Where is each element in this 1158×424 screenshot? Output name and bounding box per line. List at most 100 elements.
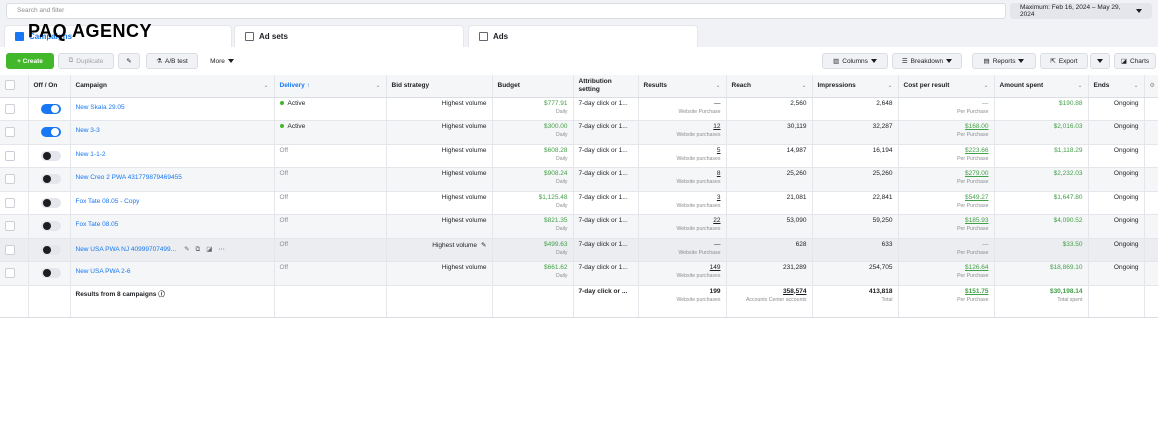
charts-button[interactable]: ◪ Charts (1114, 53, 1156, 69)
campaign-name-cell[interactable]: New USA PWA 2-6 (70, 261, 275, 286)
row-select-cell[interactable] (0, 144, 29, 168)
columns-button[interactable]: ▥ Columns (822, 53, 888, 69)
campaign-name-cell[interactable]: New 1-1-2 (70, 144, 275, 168)
col-header-ends[interactable]: Ends ⌄ (1088, 75, 1145, 98)
duplicate-icon[interactable]: ⧉ (196, 246, 207, 253)
chart-icon[interactable]: ◪ (206, 246, 218, 253)
edit-button[interactable]: ✎ (118, 53, 140, 69)
campaign-name-link[interactable]: Fox Tate 08.05 - Copy (76, 198, 140, 205)
more-button[interactable]: More (202, 53, 242, 69)
col-header-off-on[interactable]: Off / On (28, 75, 71, 98)
duplicate-button[interactable]: ⧉ Duplicate (58, 53, 114, 69)
row-select-cell[interactable] (0, 167, 29, 192)
campaign-toggle[interactable] (40, 221, 61, 231)
table-row[interactable]: New Creo 2 PWA 431779879469455 Off Highest… (0, 167, 1158, 192)
pencil-icon[interactable]: ✎ (481, 242, 486, 249)
row-checkbox[interactable] (5, 244, 15, 255)
budget-value[interactable]: $300.00 (544, 123, 568, 130)
col-header-bid-strategy[interactable]: Bid strategy (386, 75, 493, 98)
more-icon[interactable]: ⋯ (218, 246, 231, 253)
row-checkbox[interactable] (5, 221, 15, 231)
campaign-toggle[interactable] (40, 268, 61, 278)
campaign-toggle[interactable] (40, 197, 61, 208)
breakdown-button[interactable]: ☰ Breakdown (892, 53, 962, 69)
campaign-name-cell[interactable]: New Skala 29.05 (70, 97, 275, 121)
campaign-name-link[interactable]: New 3-3 (76, 127, 100, 134)
export-dropdown-button[interactable] (1090, 53, 1110, 69)
campaign-name-cell[interactable]: New 3-3 (70, 120, 275, 145)
row-checkbox[interactable] (5, 268, 15, 278)
toggle-cell[interactable] (28, 238, 71, 262)
row-select-cell[interactable] (0, 97, 29, 121)
toggle-cell[interactable] (28, 191, 71, 215)
info-icon[interactable]: ⓘ (158, 291, 165, 298)
table-row[interactable]: New USA PWA NJ 40999707499... ✎⧉◪⋯ Off High… (0, 238, 1158, 262)
budget-cell[interactable]: $608.28 Daily (492, 144, 574, 168)
campaign-toggle[interactable] (40, 174, 61, 184)
col-header-results[interactable]: Results ⌄ (638, 75, 727, 98)
toggle-cell[interactable] (28, 144, 71, 168)
budget-value[interactable]: $499.63 (544, 241, 568, 248)
row-select-cell[interactable] (0, 238, 29, 262)
col-header-delivery[interactable]: Delivery ↑ ⌄ (274, 75, 387, 98)
table-row[interactable]: New 1-1-2 Off Highest volume $608.28 Daily 7-… (0, 144, 1158, 168)
row-select-cell[interactable] (0, 214, 29, 239)
table-row[interactable]: New Skala 29.05 Active Highest volume $777.… (0, 97, 1158, 121)
budget-value[interactable]: $1,125.48 (539, 194, 568, 201)
budget-cell[interactable]: $777.91 Daily (492, 97, 574, 121)
row-select-cell[interactable] (0, 120, 29, 145)
budget-value[interactable]: $908.24 (544, 170, 568, 177)
campaign-name-link[interactable]: New USA PWA NJ 40999707499... (76, 246, 177, 253)
row-checkbox[interactable] (5, 103, 15, 114)
toggle-cell[interactable] (28, 214, 71, 239)
campaign-toggle[interactable] (40, 150, 61, 161)
campaign-name-cell[interactable]: New USA PWA NJ 40999707499... ✎⧉◪⋯ (70, 238, 275, 262)
reports-button[interactable]: ▤ Reports (972, 53, 1036, 69)
select-all-cell[interactable] (0, 75, 29, 98)
col-header-settings[interactable]: ⚙ (1144, 75, 1158, 98)
pencil-icon[interactable]: ✎ (184, 246, 195, 253)
budget-cell[interactable]: $908.24 Daily (492, 167, 574, 192)
budget-value[interactable]: $777.91 (544, 100, 568, 107)
budget-cell[interactable]: $499.63 Daily (492, 238, 574, 262)
table-row[interactable]: Fox Tate 08.05 - Copy Off Highest volume $1… (0, 191, 1158, 215)
budget-value[interactable]: $661.62 (544, 264, 568, 271)
campaign-toggle[interactable] (40, 103, 61, 114)
budget-value[interactable]: $821.35 (544, 217, 568, 224)
row-select-cell[interactable] (0, 261, 29, 286)
row-checkbox[interactable] (5, 197, 15, 208)
row-checkbox[interactable] (5, 127, 15, 137)
budget-cell[interactable]: $821.35 Daily (492, 214, 574, 239)
export-button[interactable]: ⇱ Export (1040, 53, 1088, 69)
date-range-picker[interactable]: Maximum: Feb 16, 2024 – May 29, 2024 (1010, 3, 1152, 19)
ab-test-button[interactable]: ⚗ A/B test (146, 53, 198, 69)
tab-ads[interactable]: Ads (468, 25, 698, 47)
campaign-name-link[interactable]: New USA PWA 2-6 (76, 268, 131, 275)
select-all-checkbox[interactable] (5, 79, 15, 90)
budget-cell[interactable]: $661.62 Daily (492, 261, 574, 286)
toggle-cell[interactable] (28, 167, 71, 192)
col-header-attribution[interactable]: Attribution setting (573, 75, 639, 98)
search-input[interactable]: Search and filter (6, 3, 1006, 19)
toggle-cell[interactable] (28, 120, 71, 145)
col-header-impressions[interactable]: Impressions ⌄ (812, 75, 899, 98)
budget-cell[interactable]: $300.00 Daily (492, 120, 574, 145)
col-header-amount-spent[interactable]: Amount spent ⌄ (994, 75, 1089, 98)
toggle-cell[interactable] (28, 261, 71, 286)
budget-value[interactable]: $608.28 (544, 147, 568, 154)
tab-ad-sets[interactable]: Ad sets (234, 25, 464, 47)
campaign-name-link[interactable]: Fox Tate 08.05 (76, 221, 119, 228)
row-select-cell[interactable] (0, 191, 29, 215)
campaign-name-cell[interactable]: New Creo 2 PWA 431779879469455 (70, 167, 275, 192)
row-checkbox[interactable] (5, 150, 15, 161)
campaign-toggle[interactable] (40, 127, 61, 137)
campaign-name-link[interactable]: New Creo 2 PWA 431779879469455 (76, 174, 182, 181)
table-row[interactable]: New USA PWA 2-6 Off Highest volume $661.62 D… (0, 261, 1158, 286)
campaign-name-link[interactable]: New Skala 29.05 (76, 104, 125, 111)
col-header-cost-per-result[interactable]: Cost per result ⌄ (898, 75, 995, 98)
table-row[interactable]: Fox Tate 08.05 Off Highest volume $821.35 Da… (0, 214, 1158, 239)
campaign-name-cell[interactable]: Fox Tate 08.05 - Copy (70, 191, 275, 215)
table-row[interactable]: New 3-3 Active Highest volume $300.00 Daily 7… (0, 120, 1158, 145)
col-header-budget[interactable]: Budget (492, 75, 574, 98)
col-header-reach[interactable]: Reach ⌄ (726, 75, 813, 98)
